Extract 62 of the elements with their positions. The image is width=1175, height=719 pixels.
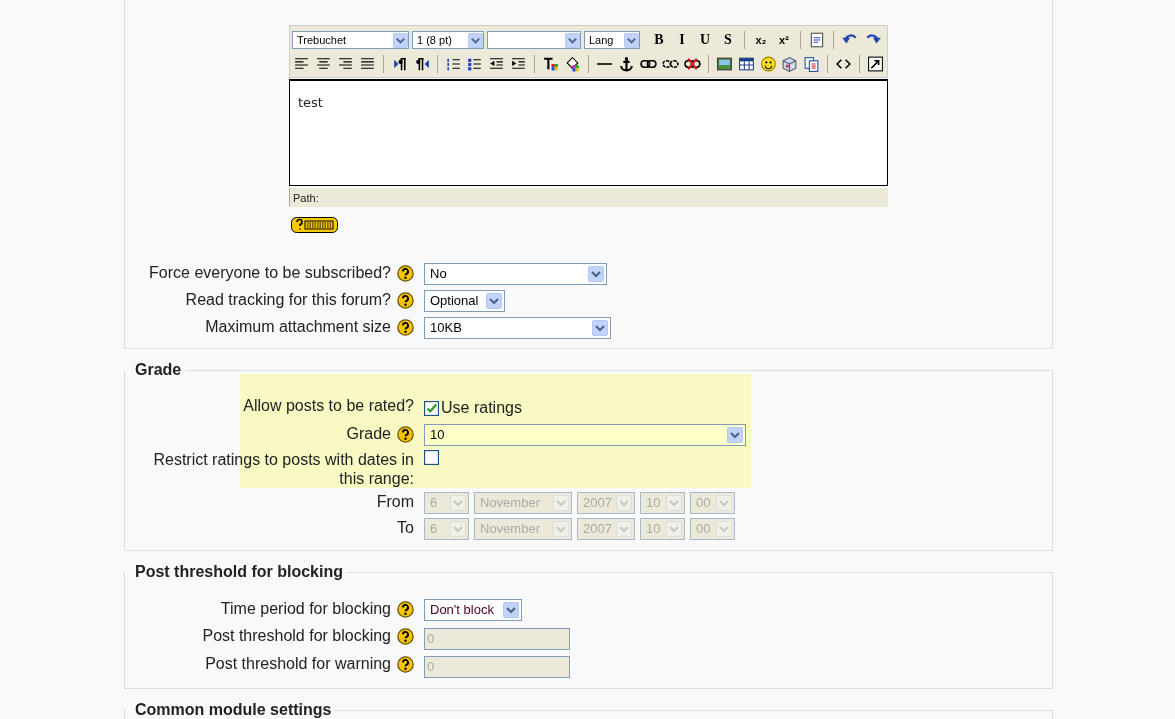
text-color-icon[interactable] <box>542 55 560 73</box>
expand-icon[interactable] <box>867 55 885 73</box>
dropdown: November <box>474 492 572 514</box>
section-legend: Post threshold for blocking <box>125 562 347 582</box>
remove-link-icon[interactable] <box>683 55 701 73</box>
field-label: Time period for blocking <box>220 599 391 618</box>
dropdown: 2007 <box>577 492 635 514</box>
dropdown[interactable]: Optional <box>424 290 505 312</box>
section-legend: Common module settings <box>125 700 336 719</box>
path-bar: Path: <box>289 188 888 207</box>
keyboard-help-icon[interactable] <box>291 216 338 233</box>
dropdown[interactable]: 10KB <box>424 317 611 339</box>
help-icon[interactable] <box>397 601 414 618</box>
format-button[interactable]: B <box>649 31 669 49</box>
dropdown: 10 <box>640 518 685 540</box>
dropdown: 6 <box>424 518 469 540</box>
field-label: Read tracking for this forum? <box>185 290 391 309</box>
fill-color-icon[interactable] <box>564 55 582 73</box>
field-label: From <box>376 492 414 511</box>
format-button[interactable]: U <box>695 31 715 49</box>
toolbar-dropdown[interactable]: 1 (8 pt) <box>412 31 484 49</box>
paste-icon[interactable] <box>803 55 821 73</box>
help-icon[interactable] <box>397 265 414 282</box>
checkbox-label: Use ratings <box>441 398 522 418</box>
dropdown: 6 <box>424 492 469 514</box>
dropdown: November <box>474 518 572 540</box>
editor-text-area[interactable]: test <box>289 79 888 186</box>
dropdown: 00 <box>690 518 735 540</box>
field-label: Grade <box>346 424 391 443</box>
toolbar-dropdown[interactable] <box>487 31 581 49</box>
cube-icon[interactable] <box>781 55 799 73</box>
dropdown[interactable]: 10 <box>424 424 746 446</box>
input-field: 0 <box>424 655 570 678</box>
format-button[interactable]: x₂ <box>751 31 771 49</box>
dropdown: 10 <box>640 492 685 514</box>
field-label: Post threshold for blocking <box>202 626 391 645</box>
input-field: 0 <box>424 627 570 650</box>
help-icon[interactable] <box>397 319 414 336</box>
checkbox[interactable] <box>424 450 439 465</box>
dropdown: 00 <box>690 492 735 514</box>
field-label: Force everyone to be subscribed? <box>149 263 391 282</box>
toolbar-dropdown[interactable]: Lang <box>584 31 640 49</box>
help-icon[interactable] <box>397 426 414 443</box>
dropdown: 2007 <box>577 518 635 540</box>
image-icon[interactable] <box>715 55 733 73</box>
word-document-icon[interactable] <box>808 31 826 49</box>
field-label: To <box>397 518 414 537</box>
dropdown[interactable]: Don't block <box>424 599 522 621</box>
field-label: Maximum attachment size <box>205 317 391 336</box>
toolbar-dropdown[interactable]: Trebuchet <box>292 31 409 49</box>
field-label: Allow posts to be rated? <box>243 396 414 415</box>
checkbox[interactable] <box>424 400 439 416</box>
anchor-icon[interactable] <box>617 55 635 73</box>
format-button[interactable]: I <box>672 31 692 49</box>
dropdown[interactable]: No <box>424 263 607 285</box>
format-button[interactable]: x² <box>774 31 794 49</box>
table-icon[interactable] <box>737 55 755 73</box>
field-label: Post threshold for warning <box>205 654 391 673</box>
format-button[interactable]: S <box>718 31 738 49</box>
smiley-icon[interactable] <box>759 55 777 73</box>
help-icon[interactable] <box>397 292 414 309</box>
field-label: Restrict ratings to posts with dates in this range: <box>152 450 414 488</box>
